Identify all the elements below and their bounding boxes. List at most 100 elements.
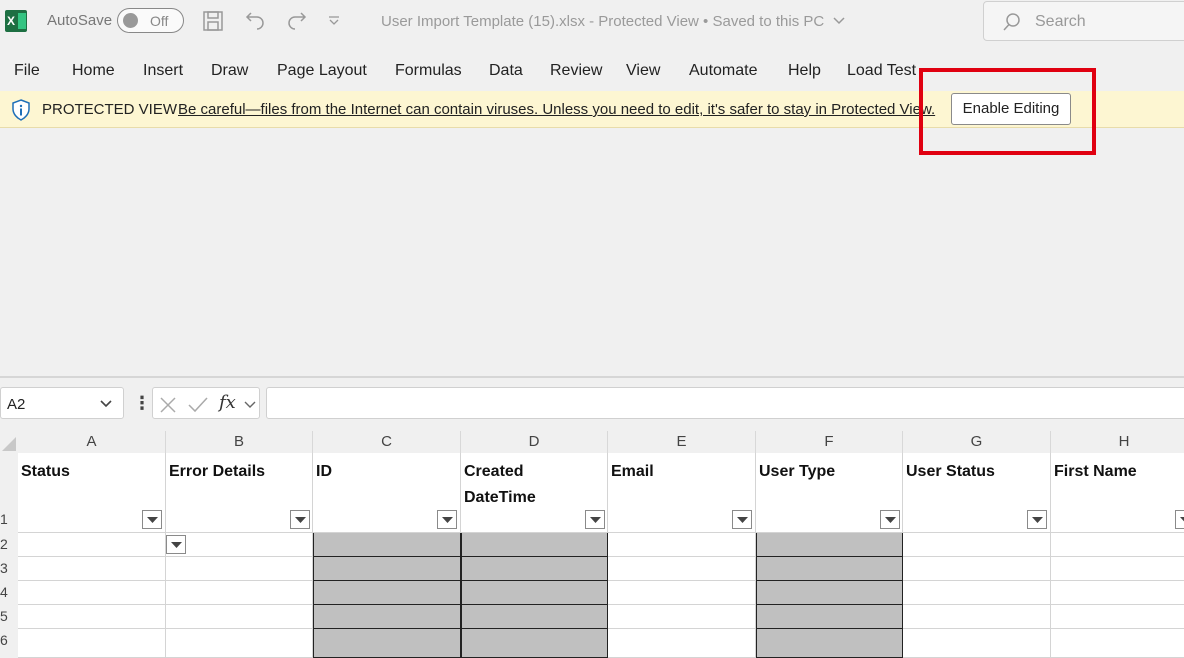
cell-a3[interactable]: [18, 557, 166, 581]
cell-h5[interactable]: [1051, 605, 1184, 629]
cell-f5[interactable]: [756, 605, 903, 629]
tab-home[interactable]: Home: [72, 62, 115, 80]
cell-b4[interactable]: [166, 581, 313, 605]
select-all-corner[interactable]: [0, 431, 18, 453]
search-box[interactable]: Search: [983, 1, 1184, 41]
insert-function-icon[interactable]: fx: [219, 392, 236, 413]
tab-file[interactable]: File: [14, 62, 40, 80]
column-header-g[interactable]: G: [903, 431, 1051, 453]
cell-d5[interactable]: [461, 605, 608, 629]
header-cell-status[interactable]: Status: [18, 453, 166, 533]
document-title[interactable]: User Import Template (15).xlsx - Protect…: [381, 13, 846, 30]
tab-automate[interactable]: Automate: [689, 62, 757, 80]
formula-input[interactable]: [266, 387, 1184, 419]
tab-page-layout[interactable]: Page Layout: [277, 62, 367, 80]
cell-c3[interactable]: [313, 557, 461, 581]
column-header-c[interactable]: C: [313, 431, 461, 453]
cell-c6[interactable]: [313, 629, 461, 658]
cell-g4[interactable]: [903, 581, 1051, 605]
column-header-h[interactable]: H: [1051, 431, 1184, 453]
cell-c4[interactable]: [313, 581, 461, 605]
tab-data[interactable]: Data: [489, 62, 523, 80]
cell-e2[interactable]: [608, 533, 756, 557]
cell-e6[interactable]: [608, 629, 756, 658]
column-header-a[interactable]: A: [18, 431, 166, 453]
cell-e3[interactable]: [608, 557, 756, 581]
cell-b3[interactable]: [166, 557, 313, 581]
cell-c2[interactable]: [313, 533, 461, 557]
header-cell-user-status[interactable]: User Status: [903, 453, 1051, 533]
filter-dropdown-icon[interactable]: [290, 510, 310, 529]
protected-view-message-link[interactable]: Be careful—files from the Internet can c…: [178, 101, 935, 118]
name-box[interactable]: A2: [0, 387, 124, 419]
cell-d3[interactable]: [461, 557, 608, 581]
cell-e5[interactable]: [608, 605, 756, 629]
cell-g2[interactable]: [903, 533, 1051, 557]
header-cell-first-name[interactable]: First Name: [1051, 453, 1184, 533]
undo-icon[interactable]: [243, 9, 267, 33]
cell-h6[interactable]: [1051, 629, 1184, 658]
header-cell-created-datetime[interactable]: Created DateTime: [461, 453, 608, 533]
autosave-toggle[interactable]: Off: [117, 8, 184, 33]
filter-dropdown-icon[interactable]: [732, 510, 752, 529]
header-cell-email[interactable]: Email: [608, 453, 756, 533]
filter-dropdown-icon[interactable]: [880, 510, 900, 529]
chevron-down-icon[interactable]: [244, 398, 256, 410]
filter-dropdown-icon[interactable]: [437, 510, 457, 529]
dropdown-icon[interactable]: [166, 535, 186, 554]
save-icon[interactable]: [201, 9, 225, 33]
cell-f2[interactable]: [756, 533, 903, 557]
filter-dropdown-icon[interactable]: [1027, 510, 1047, 529]
cell-f6[interactable]: [756, 629, 903, 658]
tab-formulas[interactable]: Formulas: [395, 62, 462, 80]
cell-a4[interactable]: [18, 581, 166, 605]
cancel-icon[interactable]: [159, 396, 177, 414]
row-header-4[interactable]: 4: [0, 581, 18, 605]
cell-e4[interactable]: [608, 581, 756, 605]
filter-dropdown-icon[interactable]: [142, 510, 162, 529]
more-options-icon[interactable]: ⋮: [133, 393, 151, 414]
cell-a6[interactable]: [18, 629, 166, 658]
cell-h4[interactable]: [1051, 581, 1184, 605]
enable-editing-button[interactable]: Enable Editing: [951, 93, 1071, 125]
row-header-3[interactable]: 3: [0, 557, 18, 581]
cell-f3[interactable]: [756, 557, 903, 581]
cell-a5[interactable]: [18, 605, 166, 629]
cell-d2[interactable]: [461, 533, 608, 557]
cell-d4[interactable]: [461, 581, 608, 605]
column-header-e[interactable]: E: [608, 431, 756, 453]
header-cell-error-details[interactable]: Error Details: [166, 453, 313, 533]
cell-g5[interactable]: [903, 605, 1051, 629]
row-header-5[interactable]: 5: [0, 605, 18, 629]
cell-h2[interactable]: [1051, 533, 1184, 557]
cell-b5[interactable]: [166, 605, 313, 629]
cell-b2[interactable]: [166, 533, 313, 557]
cell-h3[interactable]: [1051, 557, 1184, 581]
cell-a2[interactable]: [18, 533, 166, 557]
tab-help[interactable]: Help: [788, 62, 821, 80]
header-cell-id[interactable]: ID: [313, 453, 461, 533]
tab-load-test[interactable]: Load Test: [847, 62, 916, 80]
column-header-d[interactable]: D: [461, 431, 608, 453]
cell-f4[interactable]: [756, 581, 903, 605]
cell-c5[interactable]: [313, 605, 461, 629]
column-header-b[interactable]: B: [166, 431, 313, 453]
customize-qat-icon[interactable]: [326, 9, 350, 33]
row-header-2[interactable]: 2: [0, 533, 18, 557]
redo-icon[interactable]: [285, 9, 309, 33]
column-header-f[interactable]: F: [756, 431, 903, 453]
filter-dropdown-icon[interactable]: [1175, 510, 1184, 529]
tab-review[interactable]: Review: [550, 62, 602, 80]
cell-b6[interactable]: [166, 629, 313, 658]
row-header-6[interactable]: 6: [0, 629, 18, 658]
row-header-1[interactable]: 1: [0, 453, 18, 533]
tab-view[interactable]: View: [626, 62, 660, 80]
cell-g6[interactable]: [903, 629, 1051, 658]
enter-icon[interactable]: [187, 396, 209, 414]
tab-insert[interactable]: Insert: [143, 62, 183, 80]
header-cell-user-type[interactable]: User Type: [756, 453, 903, 533]
cell-g3[interactable]: [903, 557, 1051, 581]
tab-draw[interactable]: Draw: [211, 62, 248, 80]
cell-d6[interactable]: [461, 629, 608, 658]
filter-dropdown-icon[interactable]: [585, 510, 605, 529]
